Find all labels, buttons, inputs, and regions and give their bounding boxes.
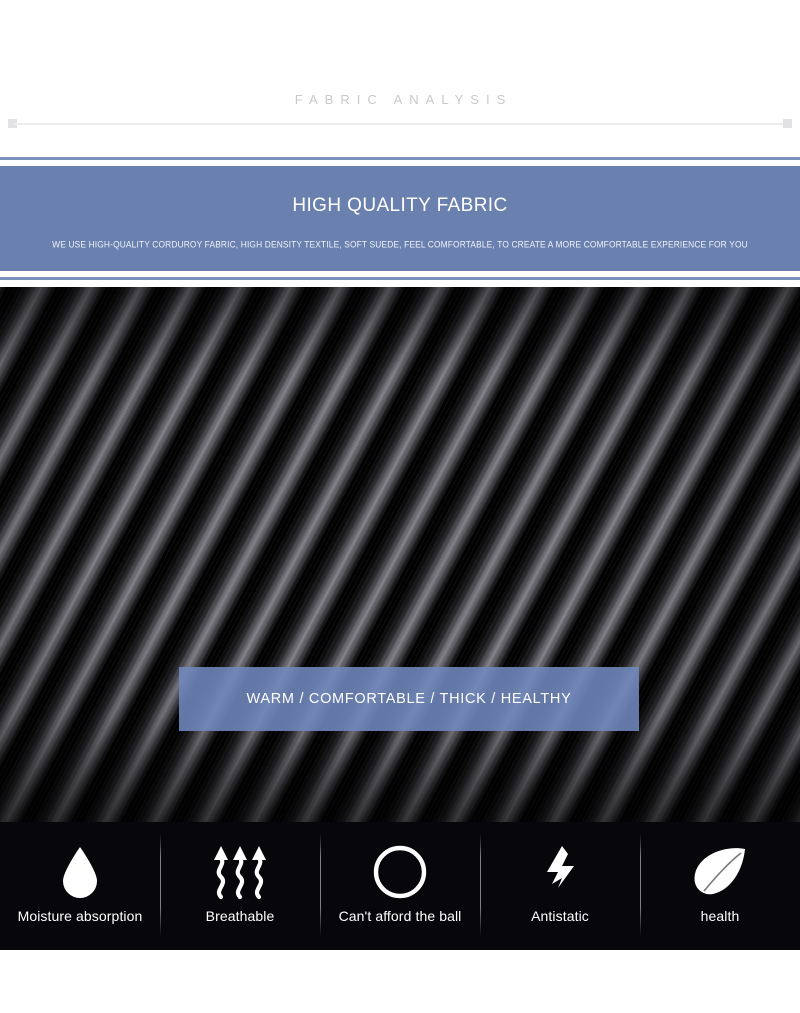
leaf-icon <box>689 844 751 900</box>
page-title: FABRIC ANALYSIS <box>294 92 513 107</box>
fabric-vignette <box>0 287 800 822</box>
lightning-bolt-icon <box>538 844 582 900</box>
water-drop-icon <box>56 844 104 900</box>
divider-line <box>14 123 786 125</box>
fabric-caption-box: WARM / COMFORTABLE / THICK / HEALTHY <box>179 667 639 731</box>
feature-label: Antistatic <box>531 908 589 924</box>
title-section: FABRIC ANALYSIS <box>0 0 800 150</box>
fabric-analysis-page: FABRIC ANALYSIS HIGH QUALITY FABRIC WE U… <box>0 0 800 1013</box>
feature-health: health <box>640 822 800 950</box>
feature-strip: Moisture absorption Breathable Can't aff… <box>0 822 800 950</box>
banner-heading: HIGH QUALITY FABRIC <box>292 194 508 216</box>
banner-subtitle: WE USE HIGH-QUALITY CORDUROY FABRIC, HIG… <box>52 237 748 250</box>
fabric-caption-text: WARM / COMFORTABLE / THICK / HEALTHY <box>246 691 572 707</box>
ring-circle-icon <box>372 844 428 900</box>
quality-banner: HIGH QUALITY FABRIC WE USE HIGH-QUALITY … <box>0 166 800 271</box>
feature-moisture-absorption: Moisture absorption <box>0 822 160 950</box>
divider-cap-right-icon <box>783 119 792 128</box>
fabric-photo <box>0 287 800 822</box>
feature-label: Can't afford the ball <box>338 908 462 924</box>
feature-label: Breathable <box>205 908 275 924</box>
title-divider <box>8 118 792 130</box>
airflow-arrows-icon <box>209 844 271 900</box>
feature-antistatic: Antistatic <box>480 822 640 950</box>
feature-anti-pilling: Can't afford the ball <box>320 822 480 950</box>
feature-label: health <box>700 908 740 924</box>
banner-rule-top <box>0 157 800 160</box>
banner-section: HIGH QUALITY FABRIC WE USE HIGH-QUALITY … <box>0 150 800 287</box>
banner-rule-bottom <box>0 277 800 280</box>
feature-breathable: Breathable <box>160 822 320 950</box>
feature-label: Moisture absorption <box>17 908 143 924</box>
